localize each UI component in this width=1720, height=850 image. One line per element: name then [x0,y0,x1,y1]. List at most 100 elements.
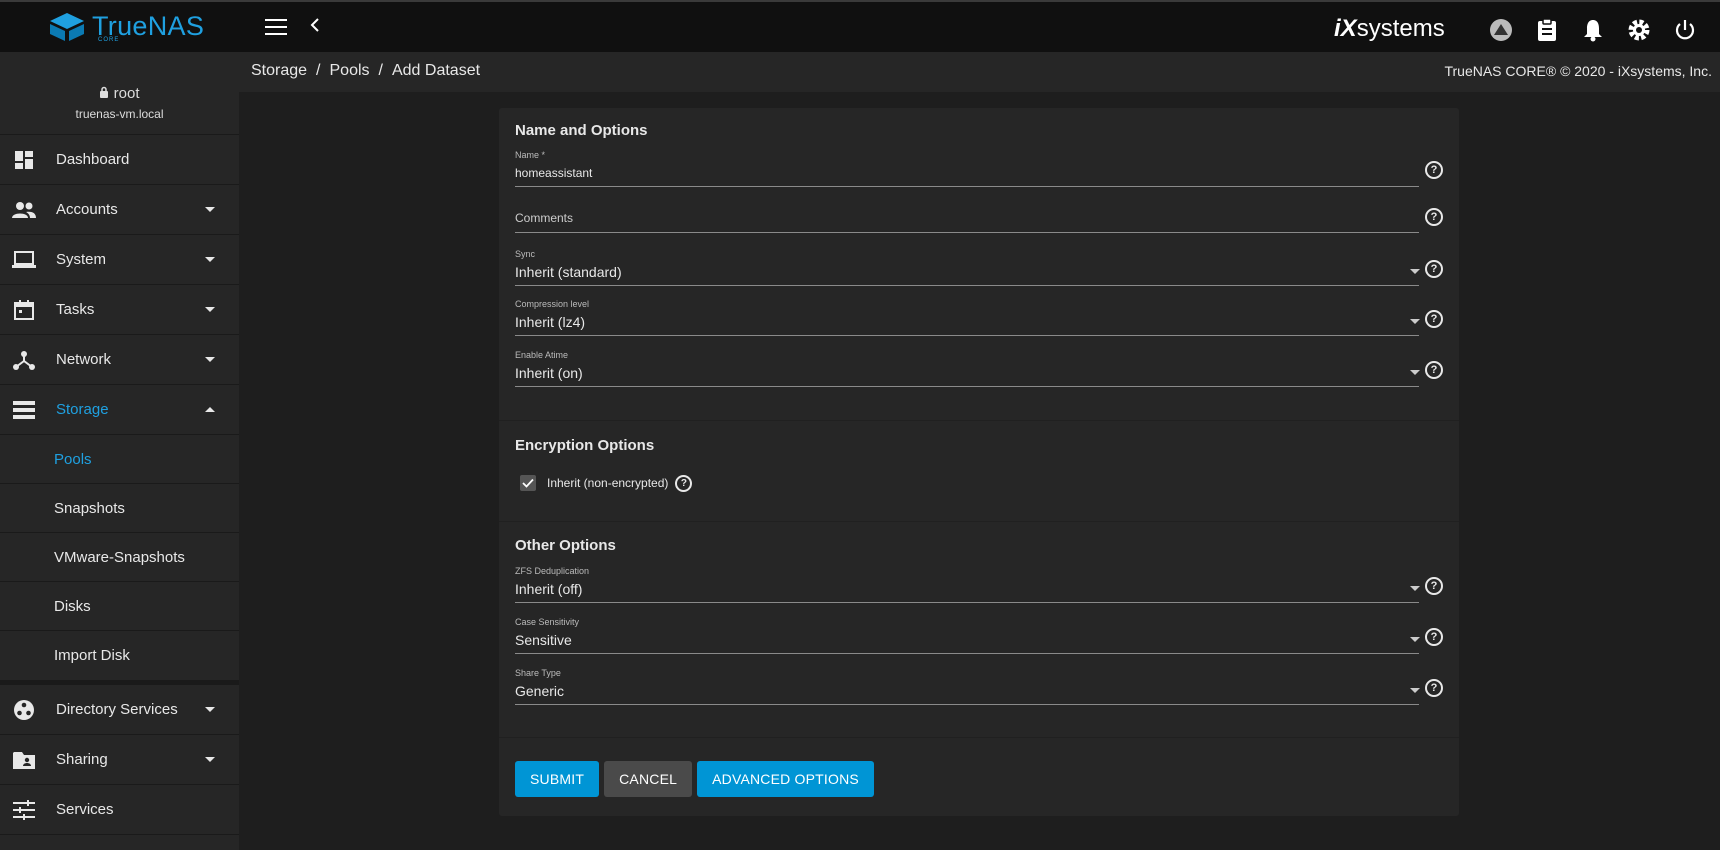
sidebar-item-dashboard[interactable]: Dashboard [0,135,239,185]
clipboard-icon[interactable] [1534,17,1560,43]
dropdown-arrow-icon [1410,586,1420,591]
sidebar-subitem-import-disk[interactable]: Import Disk [0,631,239,680]
breadcrumb-separator: / [378,62,383,79]
sidebar-item-storage[interactable]: Storage [0,385,239,435]
people-icon [12,198,36,222]
share-type-value: Generic [515,683,565,699]
help-icon[interactable]: ? [1425,310,1443,328]
breadcrumb-add-dataset: Add Dataset [391,62,481,79]
atime-select[interactable]: Enable Atime Inherit (on) ? [515,350,1443,396]
caret-down-icon [205,207,215,212]
sidebar-item-label: Accounts [56,201,118,218]
chevron-left-icon[interactable] [309,16,321,39]
dedup-select[interactable]: ZFS Deduplication Inherit (off) ? [515,566,1443,612]
case-sensitivity-value: Sensitive [515,632,572,648]
help-icon[interactable]: ? [1425,361,1443,379]
dropdown-arrow-icon [1410,269,1420,274]
dropdown-arrow-icon [1410,370,1420,375]
user-host: truenas-vm.local [75,107,164,121]
compression-select[interactable]: Compression level Inherit (lz4) ? [515,299,1443,345]
power-icon[interactable] [1672,17,1698,43]
section-encryption-options: Encryption Options Inherit (non-encrypte… [499,421,1459,522]
help-icon[interactable]: ? [675,474,693,492]
storage-icon [12,398,36,422]
compression-value: Inherit (lz4) [515,314,586,330]
help-icon[interactable]: ? [1425,628,1443,646]
breadcrumb-bar: Storage / Pools / Add Dataset TrueNAS CORE® … [239,52,1720,92]
sidebar-item-tasks[interactable]: Tasks [0,285,239,335]
name-field[interactable]: Name * homeassistant ? [515,150,1443,196]
caret-down-icon [205,257,215,262]
advanced-options-button[interactable]: ADVANCED OPTIONS [697,761,874,797]
name-input[interactable]: homeassistant [515,166,592,180]
sidebar-item-accounts[interactable]: Accounts [0,185,239,235]
bell-icon[interactable] [1580,17,1606,43]
encryption-inherit-checkbox[interactable] [520,475,536,491]
sidebar-subitem-pools[interactable]: Pools [0,435,239,484]
sidebar-subitem-disks[interactable]: Disks [0,582,239,631]
sidebar-item-services[interactable]: Services [0,785,239,835]
top-bar: TrueNAS CORE iXsystems [0,0,1720,52]
truenas-logo-icon [50,12,84,41]
sidebar-item-label: Services [56,801,114,818]
comments-input[interactable]: Comments [515,211,573,225]
caret-down-icon [205,357,215,362]
sync-select[interactable]: Sync Inherit (standard) ? [515,249,1443,295]
lock-icon [100,86,109,98]
sidebar-item-label: Network [56,351,112,368]
sidebar-item-system[interactable]: System [0,235,239,285]
storage-submenu: Pools Snapshots VMware-Snapshots Disks I… [0,435,239,685]
help-icon[interactable]: ? [1425,679,1443,697]
caret-down-icon [205,757,215,762]
breadcrumb: Storage / Pools / Add Dataset [251,62,480,80]
gear-icon[interactable] [1626,17,1652,43]
menu-icon[interactable] [265,19,287,35]
encryption-inherit-label: Inherit (non-encrypted) [547,476,669,490]
help-icon[interactable]: ? [1425,208,1443,226]
caret-down-icon [205,707,215,712]
name-label: Name * [515,150,546,160]
sidebar-item-label: Storage [56,401,109,418]
sidebar-subitem-vmware-snapshots[interactable]: VMware-Snapshots [0,533,239,582]
encryption-inherit-row: Inherit (non-encrypted) ? [515,470,1443,496]
calendar-icon [12,298,36,322]
breadcrumb-pools[interactable]: Pools [330,62,370,79]
sidebar-item-label: Directory Services [56,701,178,718]
sidebar-subitem-snapshots[interactable]: Snapshots [0,484,239,533]
dedup-value: Inherit (off) [515,581,583,597]
sidebar: root truenas-vm.local Dashboard Accounts… [0,52,239,850]
case-sensitivity-select[interactable]: Case Sensitivity Sensitive ? [515,617,1443,663]
folder-shared-icon [12,748,36,772]
ixsystems-logo: iXsystems [1334,15,1445,42]
truecommand-icon[interactable] [1488,17,1514,43]
submit-button[interactable]: SUBMIT [515,761,600,797]
compression-label: Compression level [515,299,590,309]
section-name-and-options: Name and Options Name * homeassistant ? … [499,108,1459,421]
cancel-button[interactable]: CANCEL [604,761,693,797]
directory-services-icon [12,698,36,722]
dropdown-arrow-icon [1410,637,1420,642]
sidebar-item-network[interactable]: Network [0,335,239,385]
section-title: Other Options [515,537,616,554]
truenas-logo[interactable]: TrueNAS [48,11,204,42]
sidebar-item-sharing[interactable]: Sharing [0,735,239,785]
dedup-label: ZFS Deduplication [515,566,590,576]
comments-field[interactable]: Comments ? [515,199,1443,245]
section-title: Name and Options [515,122,648,139]
help-icon[interactable]: ? [1425,577,1443,595]
sync-label: Sync [515,249,536,259]
breadcrumb-storage[interactable]: Storage [251,62,307,79]
help-icon[interactable]: ? [1425,260,1443,278]
sidebar-item-directory-services[interactable]: Directory Services [0,685,239,735]
brand-sub: CORE [98,37,120,43]
section-other-options: Other Options ZFS Deduplication Inherit … [499,522,1459,738]
dropdown-arrow-icon [1410,319,1420,324]
dashboard-icon [12,148,36,172]
help-icon[interactable]: ? [1425,161,1443,179]
share-type-select[interactable]: Share Type Generic ? [515,668,1443,714]
user-name: root [113,85,140,102]
form-actions: SUBMIT CANCEL ADVANCED OPTIONS [515,761,874,797]
breadcrumb-separator: / [316,62,321,79]
sync-value: Inherit (standard) [515,264,622,280]
sidebar-item-label: Dashboard [56,151,130,168]
